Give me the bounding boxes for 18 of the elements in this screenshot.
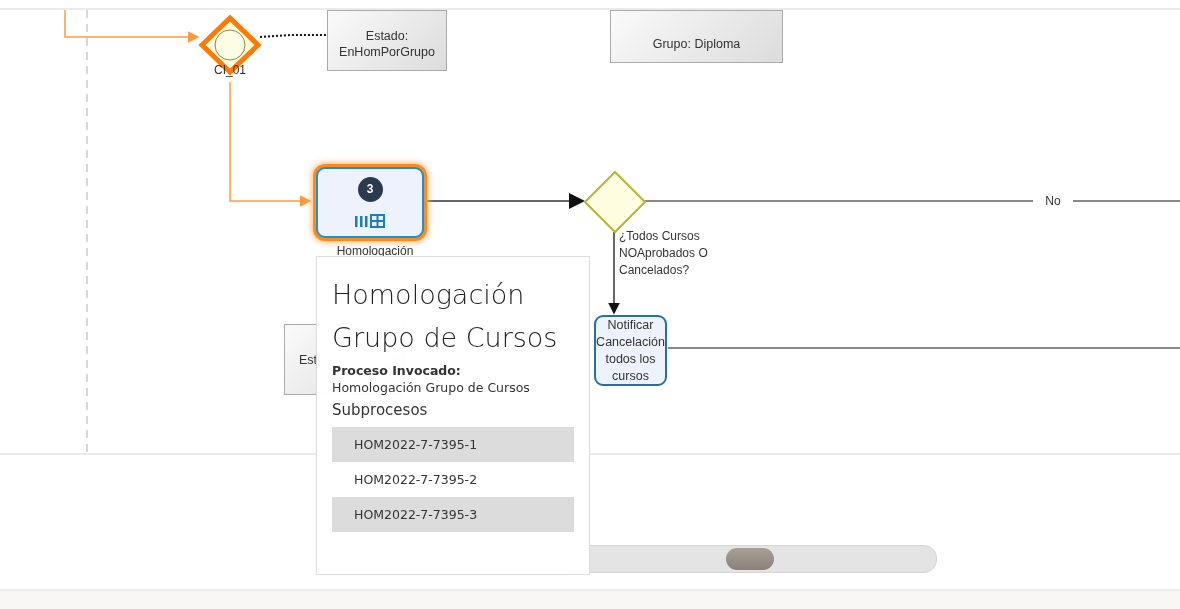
gateway-icon[interactable] [198, 14, 262, 76]
field-label: Proceso Invocado: [332, 363, 462, 378]
section-heading: Subprocesos [332, 401, 429, 419]
task-label: Homologación [335, 243, 415, 260]
gateway-label: ¿Todos Cursos NOAprobados O Cancelados? [619, 228, 709, 279]
association-line [259, 34, 328, 38]
tooltip-title: Homologación Grupo de Cursos [332, 278, 559, 355]
annotation-box[interactable]: Grupo: Diploma [610, 10, 783, 63]
multi-instance-icon [354, 214, 386, 228]
subprocess-task[interactable]: 3 [316, 167, 424, 238]
subprocess-item[interactable]: HOM2022-7-7395-2 [332, 462, 574, 497]
subprocess-item[interactable]: HOM2022-7-7395-3 [332, 497, 574, 532]
field-value: Homologación Grupo de Cursos [332, 380, 531, 395]
task-box[interactable]: Notificar Cancelación todos los cursos [594, 315, 667, 386]
subprocess-item[interactable]: HOM2022-7-7395-1 [332, 427, 574, 462]
count-badge: 3 [357, 177, 383, 202]
annotation-box[interactable]: Estado: EnHomPorGrupo [327, 10, 447, 71]
scrollbar-thumb[interactable] [726, 548, 774, 570]
